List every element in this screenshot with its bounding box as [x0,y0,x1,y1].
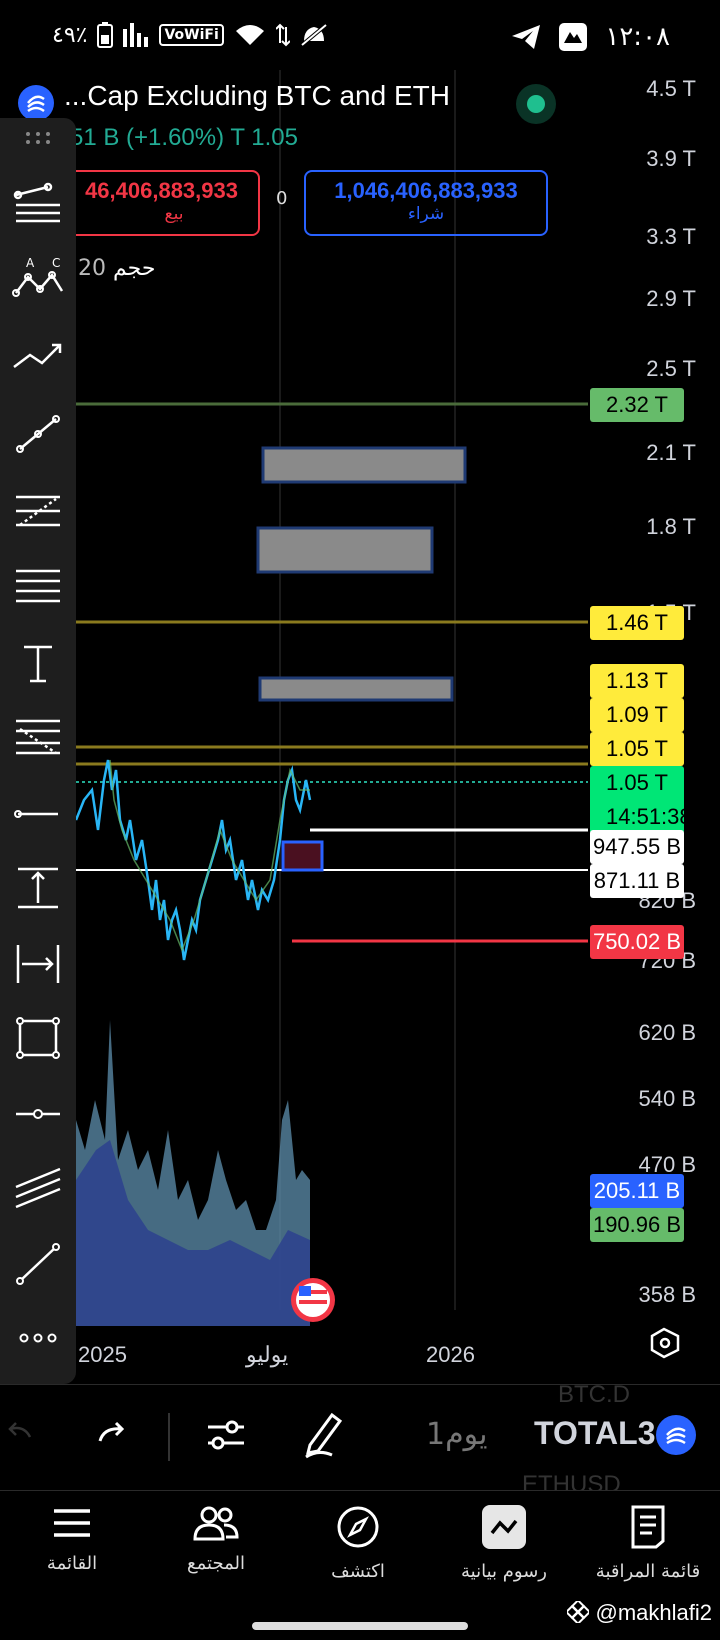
us-event-flag-icon[interactable] [291,1278,335,1322]
volume-tag[interactable]: 190.96 B [590,1208,684,1242]
menu-icon [54,1509,90,1537]
undo-icon[interactable] [4,1419,32,1443]
symbol-logo-small-icon [656,1415,696,1455]
symbol-name[interactable]: TOTAL3 [534,1415,655,1452]
watermark-text: @makhlafi2 [595,1600,713,1625]
volume-legend[interactable]: حجم 20 [78,256,155,281]
home-indicator[interactable] [252,1622,468,1630]
fib-icon[interactable] [12,486,64,538]
supply-zone-3[interactable] [258,676,454,702]
community-icon [193,1506,239,1541]
market-status-icon[interactable] [516,84,556,124]
time-label: 2025 [78,1342,127,1367]
price-label: 4.5 T [646,76,696,101]
nav-label: المجتمع [187,1553,245,1574]
supply-zone-2[interactable] [256,526,434,574]
gann-icon[interactable] [12,712,64,764]
chart-header: ...Cap Excluding BTC and ETH 51 B (+1.60… [0,80,590,281]
entry-box[interactable] [281,840,324,872]
ghost-symbol-above: BTC.D [558,1381,630,1408]
nav-charts[interactable]: رسوم بيانية [434,1505,574,1582]
supply-zone-1[interactable] [261,446,467,484]
countdown-tag[interactable]: 14:51:38 [590,800,692,834]
price-tag[interactable]: 2.32 T [590,388,684,422]
parallel-channel-icon[interactable] [12,1162,64,1214]
more-icon[interactable] [12,1312,64,1364]
volume-label: حجم [113,256,156,281]
segment-icon[interactable] [12,1238,64,1290]
volume-tag[interactable]: 205.11 B [590,1174,684,1208]
buy-price: 1,046,406,883,933 [334,178,518,203]
time-label: يوليو [246,1342,289,1367]
volume-value: 20 [78,256,106,281]
nav-community[interactable]: المجتمع [146,1505,286,1574]
price-label: 620 B [638,1020,697,1045]
nav-menu[interactable]: القائمة [2,1505,142,1574]
svg-text:A: A [26,256,35,270]
sell-label: بيع [164,204,184,224]
binance-logo-icon [565,1598,592,1626]
price-label: 1.8 T [646,514,696,539]
price-tag[interactable]: 1.09 T [590,698,684,732]
nav-label: القائمة [46,1553,98,1574]
price-tag[interactable]: 947.55 B [590,830,684,864]
price-tag[interactable]: 750.02 B [590,925,684,959]
spread-value: 0 [276,188,288,209]
text-icon[interactable] [12,638,64,690]
horizontal-lines-icon[interactable] [12,562,64,614]
ghost-symbol-below: ETHUSD [522,1471,621,1491]
measure-icon[interactable] [12,862,64,914]
sell-price: 46,406,883,933 [85,178,238,203]
price-label: 2.9 T [646,286,696,311]
nav-explore[interactable]: اكتشف [288,1505,428,1582]
symbol-logo-icon[interactable] [18,85,54,121]
price-tag[interactable]: 1.05 T [590,732,684,766]
charts-icon [482,1505,526,1549]
indicators-icon[interactable] [204,1413,248,1457]
projection-icon[interactable] [12,330,64,382]
price-label: 358 B [638,1282,697,1307]
price-change: 51 B (+1.60%) T 1.05 [70,124,298,151]
line-icon[interactable] [12,408,64,460]
price-label: 2.1 T [646,440,696,465]
price-label: 3.3 T [646,224,696,249]
time-label: 2026 [426,1342,475,1367]
svg-text:C: C [52,256,60,270]
price-tag[interactable]: 1.13 T [590,664,684,698]
price-label: 540 B [638,1086,697,1111]
last-price-tag[interactable]: 1.05 T [590,766,684,800]
buy-button[interactable]: 1,046,406,883,933 شراء [304,170,548,236]
interval-button[interactable]: 1يوم [426,1417,488,1452]
rectangle-icon[interactable] [12,1012,64,1064]
price-label: 3.9 T [646,146,696,171]
nav-watchlist[interactable]: قائمة المراقبة [578,1505,718,1582]
trend-lines-icon[interactable] [12,178,64,230]
redo-icon[interactable] [96,1419,128,1447]
nav-label: قائمة المراقبة [595,1561,701,1582]
buy-label: شراء [407,204,445,224]
watermark: @makhlafi2 [565,1598,713,1626]
drawing-pen-icon[interactable] [302,1409,346,1459]
explore-icon [337,1506,379,1548]
price-label: 2.5 T [646,356,696,381]
price-tag[interactable]: 871.11 B [590,864,684,898]
nav-label: اكتشف [331,1561,385,1582]
chart-settings-icon[interactable] [650,1327,680,1359]
nav-label: رسوم بيانية [461,1561,547,1582]
divider [168,1413,170,1461]
patterns-icon[interactable]: AC [12,252,64,304]
chart-title[interactable]: ...Cap Excluding BTC and ETH [64,80,450,112]
drag-handle-icon[interactable] [24,130,52,146]
node-icon[interactable] [12,1088,64,1140]
price-tag[interactable]: 1.46 T [590,606,684,640]
symbol-bar: BTC.D 1يوم TOTAL3 ETHUSD [0,1381,720,1491]
date-range-icon[interactable] [12,938,64,990]
watchlist-icon [631,1505,665,1549]
drawing-toolbar: AC [0,118,76,1384]
horizontal-ray-icon[interactable] [12,788,64,840]
sell-button[interactable]: 46,406,883,933 بيع [58,170,260,236]
price-series [74,759,312,961]
